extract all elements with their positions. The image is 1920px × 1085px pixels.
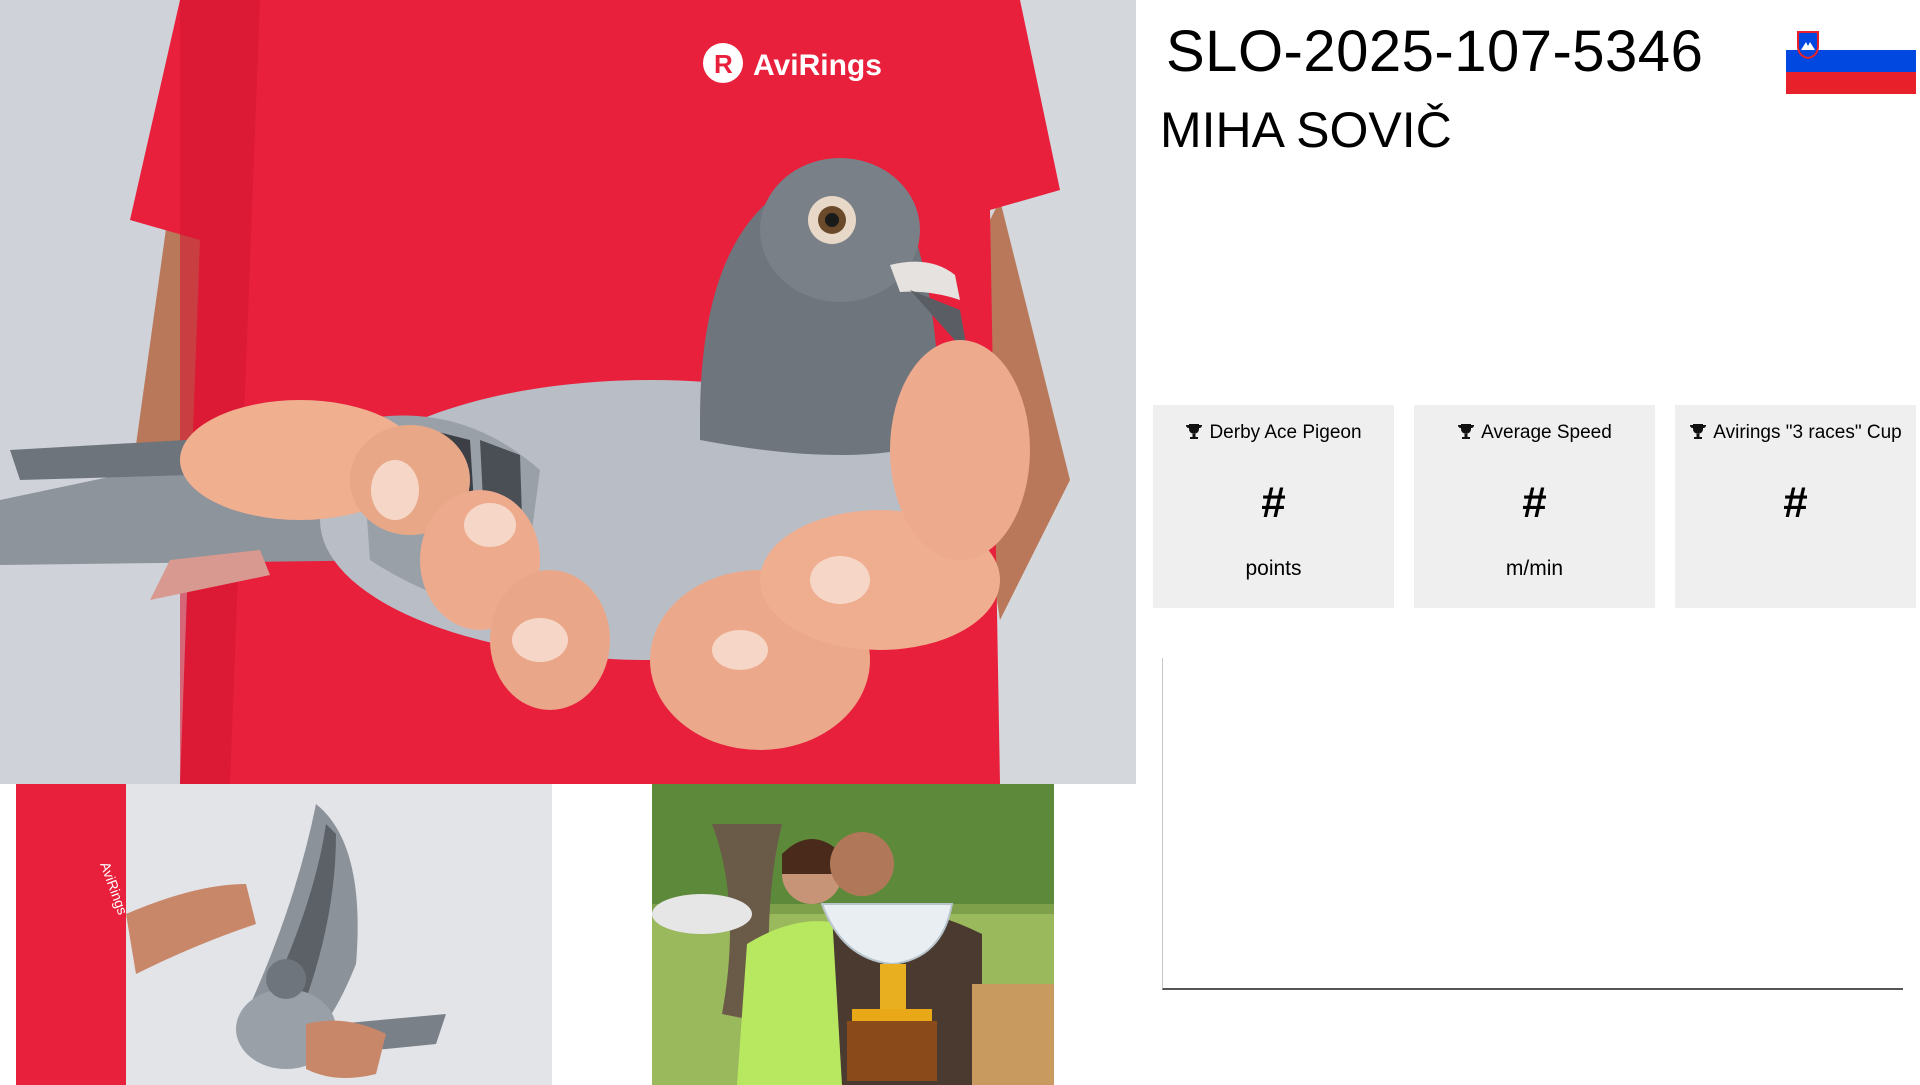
owner-trophy-photo[interactable] bbox=[652, 784, 1054, 1085]
stat-card-3-races-cup: Avirings "3 races" Cup # bbox=[1675, 405, 1916, 608]
stat-title: Avirings "3 races" Cup bbox=[1713, 422, 1902, 443]
details-panel bbox=[1162, 658, 1903, 990]
svg-text:R: R bbox=[714, 49, 733, 79]
slovenia-flag-icon bbox=[1786, 28, 1916, 94]
stat-value: # bbox=[1261, 478, 1286, 527]
stat-card-derby-ace-pigeon: Derby Ace Pigeon # points bbox=[1153, 405, 1394, 608]
stat-unit: m/min bbox=[1505, 557, 1564, 580]
main-photo-logo: AviRings bbox=[753, 49, 882, 82]
ring-number: SLO-2025-107-5346 bbox=[1166, 19, 1704, 84]
stat-value: # bbox=[1522, 478, 1547, 527]
trophy-icon bbox=[1185, 422, 1203, 448]
trophy-icon bbox=[1457, 422, 1475, 448]
wing-photo[interactable]: AviRings bbox=[16, 784, 552, 1085]
owner-name: MIHA SOVIČ bbox=[1160, 102, 1452, 158]
stat-unit: points bbox=[1245, 557, 1302, 580]
stat-title: Average Speed bbox=[1481, 422, 1612, 443]
stat-card-average-speed: Average Speed # m/min bbox=[1414, 405, 1655, 608]
trophy-icon bbox=[1689, 422, 1707, 448]
stat-title: Derby Ace Pigeon bbox=[1209, 422, 1362, 443]
stat-value: # bbox=[1783, 478, 1808, 527]
main-pigeon-photo[interactable]: R AviRings bbox=[0, 0, 1136, 784]
